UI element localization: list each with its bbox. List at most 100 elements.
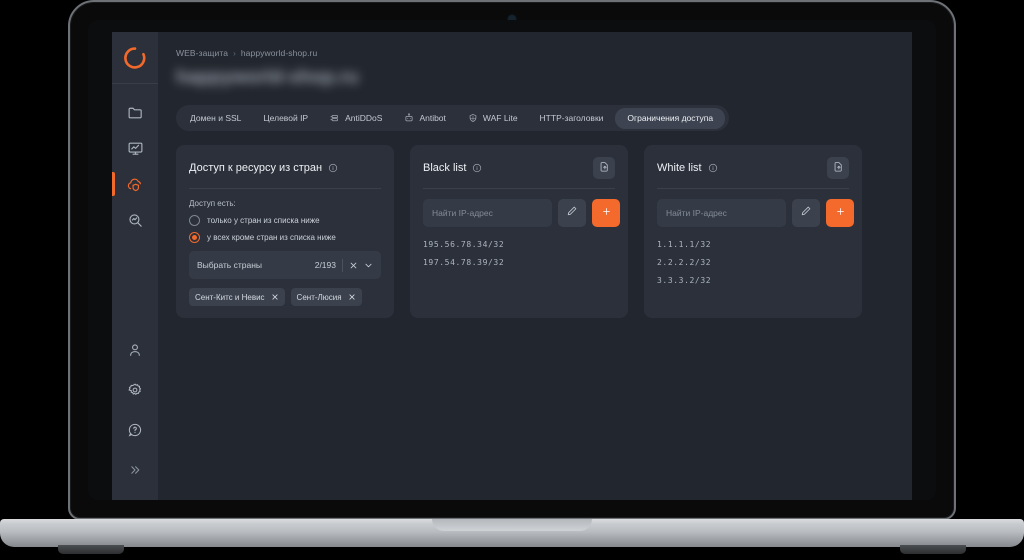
tab-antiddos[interactable]: AntiDDoS [320,108,392,128]
country-access-card: Доступ к ресурсу из стран Доступ есть: т… [176,145,394,318]
question-circle-icon [128,423,142,437]
close-x-icon[interactable] [349,261,358,270]
white-list-card: White list Найти IP-адрес 1.1.1.1/32 2.2… [644,145,862,318]
sidebar-item-analytics[interactable] [116,132,154,164]
breadcrumb: WEB-защита › happyworld-shop.ru [176,46,894,60]
pencil-icon [566,204,578,222]
country-select-count: 2/193 [314,260,336,270]
search-input[interactable] [423,199,552,227]
add-ip-button[interactable] [826,199,854,227]
antiddos-icon [330,113,340,123]
export-list-button[interactable] [593,157,615,179]
user-icon [130,344,140,356]
tab-label: WAF Lite [482,113,518,123]
sidebar-item-projects[interactable] [116,96,154,128]
double-chevron-right-icon [131,466,140,474]
tab-label: Целевой IP [263,113,309,123]
list-item[interactable]: 2.2.2.2/32 [657,258,849,267]
breadcrumb-current[interactable]: happyworld-shop.ru [241,48,317,58]
tab-access-restrictions[interactable]: Ограничения доступа [615,107,726,129]
card-title: White list [657,162,702,174]
list-item[interactable]: 3.3.3.2/32 [657,276,849,285]
country-select[interactable]: Выбрать страны 2/193 [189,251,381,279]
radio-option-only-listed[interactable]: только у стран из списка ниже [189,215,381,226]
monitor-chart-icon [128,142,142,155]
list-item[interactable]: 1.1.1.1/32 [657,240,849,249]
radio-button[interactable] [189,232,200,243]
card-divider [657,188,849,189]
radio-label: только у стран из списка ниже [207,216,320,225]
laptop-foot-left [58,545,124,554]
card-header: Black list [423,157,615,179]
sidebar-item-logs[interactable] [116,204,154,236]
white-list-items: 1.1.1.1/32 2.2.2.2/32 3.3.3.2/32 [657,240,849,285]
radio-label: у всех кроме стран из списка ниже [207,233,336,242]
export-list-button[interactable] [827,157,849,179]
folder-icon [128,107,142,118]
antibot-icon [404,113,414,123]
card-title-wrap: Доступ к ресурсу из стран [189,162,338,174]
card-title-wrap: Black list [423,162,482,174]
cloud-shield-icon [127,178,141,192]
tab-bar: Домен и SSL Целевой IP AntiDDoS Antibot … [176,105,730,131]
chip-label: Сент-Люсия [296,292,342,302]
edit-button[interactable] [558,199,586,227]
sidebar-expand-button[interactable] [116,454,154,486]
list-item[interactable]: 197.54.78.39/32 [423,258,615,267]
card-title: Black list [423,162,467,174]
breadcrumb-root[interactable]: WEB-защита [176,48,228,58]
tab-http-headers[interactable]: HTTP-заголовки [530,108,614,128]
laptop-mockup: WEB-защита › happyworld-shop.ru happywor… [0,0,1024,560]
close-x-icon[interactable] [271,293,279,301]
sidebar-primary-nav [112,84,158,236]
card-header: Доступ к ресурсу из стран [189,157,381,179]
selected-countries: Сент-Китс и Невис Сент-Люсия [189,288,381,306]
sidebar-item-settings[interactable] [116,374,154,406]
tab-label: HTTP-заголовки [539,113,604,123]
sidebar-item-web-protection[interactable] [112,168,154,200]
add-ip-button[interactable] [592,199,620,227]
card-divider [189,188,381,189]
card-title-wrap: White list [657,162,718,174]
plus-icon [835,204,846,222]
file-export-icon [833,159,844,177]
page-title: happyworld-shop.ru [176,67,406,93]
file-export-icon [599,159,610,177]
country-chip: Сент-Китс и Невис [189,288,285,306]
brand-logo[interactable] [112,32,158,84]
edit-button[interactable] [792,199,820,227]
search-row [657,199,854,227]
main-content: WEB-защита › happyworld-shop.ru happywor… [158,32,912,500]
list-item[interactable]: 195.56.78.34/32 [423,240,615,249]
black-list-items: 195.56.78.34/32 197.54.78.39/32 [423,240,615,267]
radio-option-all-except-listed[interactable]: у всех кроме стран из списка ниже [189,232,381,243]
sidebar-item-account[interactable] [116,334,154,366]
gear-icon [128,383,142,395]
tab-waf-lite[interactable]: WAF Lite [458,108,528,128]
divider [342,258,343,272]
close-x-icon[interactable] [348,293,356,301]
search-analytics-icon [128,213,142,227]
radio-button[interactable] [189,215,200,226]
tab-label: AntiDDoS [345,113,383,123]
tab-label: Ограничения доступа [627,113,714,123]
country-chip: Сент-Люсия [290,288,362,306]
tab-antibot[interactable]: Antibot [394,108,455,128]
tab-domain-ssl[interactable]: Домен и SSL [180,108,251,128]
sidebar-secondary-nav [112,334,158,500]
laptop-base-notch [432,519,592,531]
info-circle-icon[interactable] [708,163,718,173]
sidebar-item-help[interactable] [116,414,154,446]
tab-label: Домен и SSL [190,113,242,123]
info-circle-icon[interactable] [328,163,338,173]
search-input[interactable] [657,199,786,227]
waf-icon [468,113,478,123]
orange-ring-logo-icon [124,46,146,69]
application-window: WEB-защита › happyworld-shop.ru happywor… [112,32,912,500]
chevron-down-icon[interactable] [364,261,373,270]
country-select-placeholder: Выбрать страны [197,260,262,270]
page-title-text: happyworld-shop.ru [176,67,359,88]
tab-target-ip[interactable]: Целевой IP [253,108,318,128]
card-header: White list [657,157,849,179]
info-circle-icon[interactable] [472,163,482,173]
